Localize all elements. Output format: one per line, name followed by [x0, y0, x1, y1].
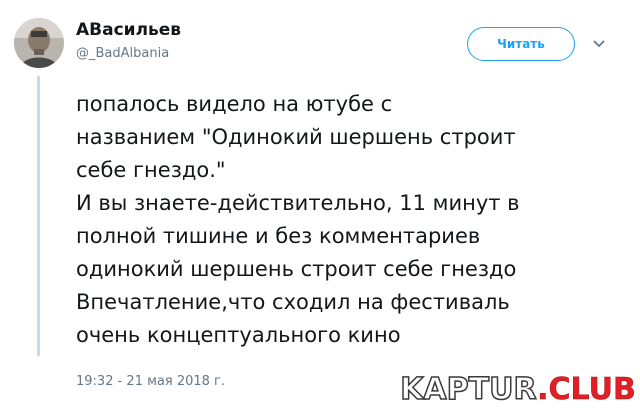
tweet-line: названием "Одинокий шершень строит — [76, 125, 516, 149]
watermark-part2: .CLUB — [537, 371, 636, 407]
follow-button[interactable]: Читать — [467, 27, 575, 61]
display-name[interactable]: АВасильев — [76, 20, 181, 40]
tweet-line: И вы знаете-действительно, 11 минут в — [76, 191, 520, 215]
tweet-line: себе гнездо." — [76, 158, 226, 182]
chevron-down-icon[interactable] — [590, 34, 608, 52]
tweet-line: полной тишине и без комментариев — [76, 224, 481, 248]
tweet-text: попалось видело на ютубе с названием "Од… — [76, 88, 626, 352]
tweet-timestamp[interactable]: 19:32 - 21 мая 2018 г. — [76, 374, 225, 389]
watermark-logo: KAPTUR.CLUB — [396, 360, 640, 418]
watermark-text: KAPTUR.CLUB — [399, 371, 636, 408]
watermark-part1: KAPTUR — [399, 371, 538, 408]
tweet-line: Впечатление,что сходил на фестиваль — [76, 290, 510, 314]
avatar-photo — [14, 18, 64, 68]
tweet-line: одинокий шершень строит себе гнездо — [76, 257, 517, 281]
user-handle[interactable]: @_BadAlbania — [76, 46, 169, 61]
thread-line — [37, 76, 40, 356]
tweet-line: очень концептуального кино — [76, 323, 401, 347]
avatar[interactable] — [14, 18, 64, 68]
tweet-line: попалось видело на ютубе с — [76, 92, 393, 116]
